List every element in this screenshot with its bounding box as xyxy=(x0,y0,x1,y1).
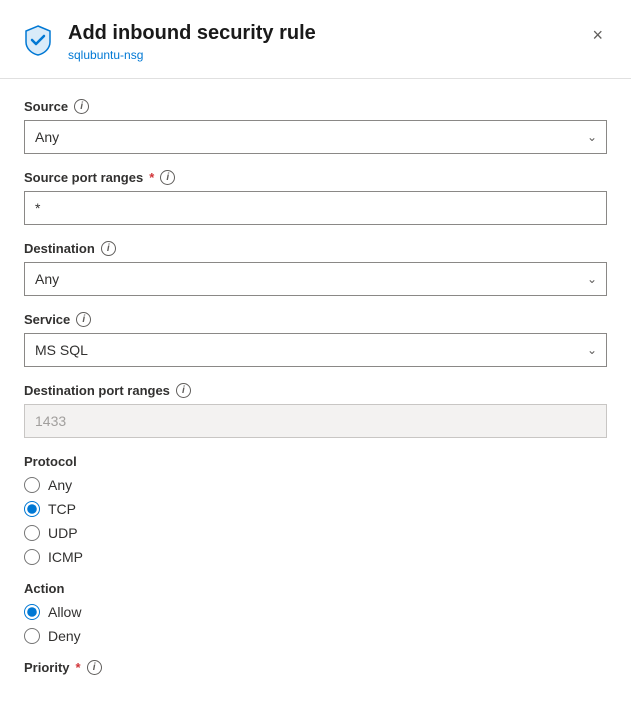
action-allow-radio[interactable] xyxy=(24,604,40,620)
destination-port-ranges-group: Destination port ranges i 1433 xyxy=(24,383,607,438)
protocol-any-radio[interactable] xyxy=(24,477,40,493)
protocol-label: Protocol xyxy=(24,454,607,469)
service-info-icon[interactable]: i xyxy=(76,312,91,327)
panel-subtitle: sqlubuntu-nsg xyxy=(68,48,316,62)
protocol-udp-radio[interactable] xyxy=(24,525,40,541)
protocol-any-item[interactable]: Any xyxy=(24,477,607,493)
source-port-required-star: * xyxy=(149,170,154,185)
protocol-icmp-item[interactable]: ICMP xyxy=(24,549,607,565)
source-select[interactable]: Any IP Addresses Service Tag Application… xyxy=(24,120,607,154)
source-port-ranges-group: Source port ranges * i xyxy=(24,170,607,225)
destination-group: Destination i Any IP Addresses Service T… xyxy=(24,241,607,296)
header-left: Add inbound security rule sqlubuntu-nsg xyxy=(20,20,316,62)
protocol-udp-item[interactable]: UDP xyxy=(24,525,607,541)
action-deny-item[interactable]: Deny xyxy=(24,628,607,644)
service-group: Service i Custom HTTP HTTPS SSH RDP MS S… xyxy=(24,312,607,367)
action-radio-group: Allow Deny xyxy=(24,604,607,644)
destination-select[interactable]: Any IP Addresses Service Tag Application… xyxy=(24,262,607,296)
destination-label: Destination i xyxy=(24,241,607,256)
protocol-icmp-label: ICMP xyxy=(48,549,83,565)
source-info-icon[interactable]: i xyxy=(74,99,89,114)
protocol-tcp-item[interactable]: TCP xyxy=(24,501,607,517)
destination-port-ranges-value: 1433 xyxy=(24,404,607,438)
destination-info-icon[interactable]: i xyxy=(101,241,116,256)
add-inbound-rule-panel: Add inbound security rule sqlubuntu-nsg … xyxy=(0,0,631,718)
action-label: Action xyxy=(24,581,607,596)
panel-body: Source i Any IP Addresses Service Tag Ap… xyxy=(0,79,631,711)
panel-header: Add inbound security rule sqlubuntu-nsg … xyxy=(0,0,631,79)
dest-port-info-icon[interactable]: i xyxy=(176,383,191,398)
priority-group: Priority * i xyxy=(24,660,607,675)
action-allow-label: Allow xyxy=(48,604,81,620)
action-deny-label: Deny xyxy=(48,628,81,644)
azure-shield-icon xyxy=(20,22,56,58)
protocol-radio-group: Any TCP UDP ICMP xyxy=(24,477,607,565)
destination-port-ranges-label: Destination port ranges i xyxy=(24,383,607,398)
source-port-ranges-input[interactable] xyxy=(24,191,607,225)
panel-title: Add inbound security rule xyxy=(68,20,316,46)
close-button[interactable]: × xyxy=(588,22,607,48)
action-deny-radio[interactable] xyxy=(24,628,40,644)
protocol-icmp-radio[interactable] xyxy=(24,549,40,565)
action-allow-item[interactable]: Allow xyxy=(24,604,607,620)
protocol-tcp-label: TCP xyxy=(48,501,76,517)
source-select-wrapper: Any IP Addresses Service Tag Application… xyxy=(24,120,607,154)
source-port-info-icon[interactable]: i xyxy=(160,170,175,185)
priority-info-icon[interactable]: i xyxy=(87,660,102,675)
service-select-wrapper: Custom HTTP HTTPS SSH RDP MS SQL MySQL P… xyxy=(24,333,607,367)
priority-label: Priority * i xyxy=(24,660,607,675)
protocol-any-label: Any xyxy=(48,477,72,493)
service-select[interactable]: Custom HTTP HTTPS SSH RDP MS SQL MySQL P… xyxy=(24,333,607,367)
priority-required-star: * xyxy=(76,660,81,675)
protocol-tcp-radio[interactable] xyxy=(24,501,40,517)
action-group: Action Allow Deny xyxy=(24,581,607,644)
protocol-udp-label: UDP xyxy=(48,525,78,541)
source-label: Source i xyxy=(24,99,607,114)
service-label: Service i xyxy=(24,312,607,327)
source-port-ranges-label: Source port ranges * i xyxy=(24,170,607,185)
protocol-group: Protocol Any TCP UDP ICMP xyxy=(24,454,607,565)
title-group: Add inbound security rule sqlubuntu-nsg xyxy=(68,20,316,62)
source-group: Source i Any IP Addresses Service Tag Ap… xyxy=(24,99,607,154)
destination-select-wrapper: Any IP Addresses Service Tag Application… xyxy=(24,262,607,296)
